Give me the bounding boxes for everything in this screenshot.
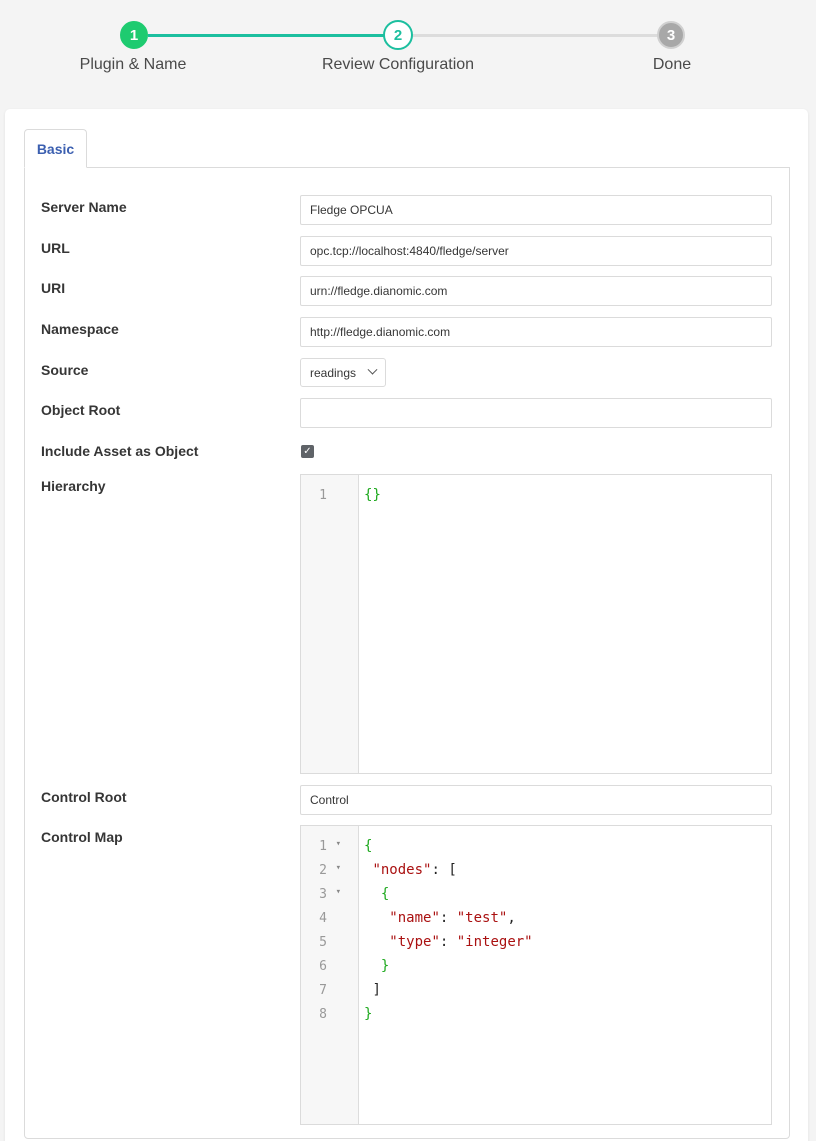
code-line: 5 "type": "integer" xyxy=(301,930,771,954)
namespace-input[interactable]: http://fledge.dianomic.com xyxy=(300,317,772,347)
code-text: "nodes": [ xyxy=(372,862,457,878)
server-name-input[interactable]: Fledge OPCUA xyxy=(300,195,772,225)
step-2-label: Review Configuration xyxy=(321,56,475,73)
url-input[interactable]: opc.tcp://localhost:4840/fledge/server xyxy=(300,236,772,266)
control-root-input[interactable]: Control xyxy=(300,785,772,815)
code-text: "name": "test", xyxy=(389,910,516,926)
code-text: {} xyxy=(364,487,381,503)
url-label: URL xyxy=(41,240,70,256)
code-line: 3 { xyxy=(301,882,771,906)
code-line: 7 ] xyxy=(301,978,771,1002)
object-root-input[interactable] xyxy=(300,398,772,428)
code-line: 1 {} xyxy=(301,483,771,507)
code-text: "type": "integer" xyxy=(389,934,533,950)
code-text: ] xyxy=(372,982,381,998)
line-number: 2 xyxy=(301,863,359,878)
server-name-label: Server Name xyxy=(41,199,127,215)
code-text: { xyxy=(380,886,390,902)
code-line: 1{ xyxy=(301,834,771,858)
step-2-indicator[interactable]: 2 xyxy=(383,20,413,50)
source-select[interactable]: readings xyxy=(300,358,386,387)
uri-input[interactable]: urn://fledge.dianomic.com xyxy=(300,276,772,306)
include-asset-label: Include Asset as Object xyxy=(41,443,199,459)
line-number: 7 xyxy=(319,982,327,998)
editor-gutter xyxy=(301,475,359,773)
line-number: 4 xyxy=(319,910,327,926)
code-line: 8} xyxy=(301,1002,771,1026)
line-number: 5 xyxy=(319,934,327,950)
line-number: 3 xyxy=(301,887,359,902)
step-3-label: Done xyxy=(652,56,692,73)
line-number: 6 xyxy=(319,958,327,974)
line-number: 1 xyxy=(301,839,359,854)
chevron-down-icon xyxy=(367,364,378,375)
hierarchy-code: 1 {} xyxy=(301,483,771,507)
object-root-label: Object Root xyxy=(41,402,121,418)
control-map-code: 1{2 "nodes": [3 {4 "name": "test",5 "typ… xyxy=(301,834,771,1026)
step-1-indicator[interactable]: 1 xyxy=(120,21,148,49)
line-number: 1 xyxy=(319,487,327,503)
code-text: { xyxy=(364,838,373,854)
hierarchy-editor[interactable]: 1 {} xyxy=(300,474,772,774)
code-text: } xyxy=(364,1006,373,1022)
control-map-editor[interactable]: 1{2 "nodes": [3 {4 "name": "test",5 "typ… xyxy=(300,825,772,1125)
step-connector-complete xyxy=(148,34,384,37)
namespace-label: Namespace xyxy=(41,321,119,337)
control-map-label: Control Map xyxy=(41,829,123,845)
step-1-label: Plugin & Name xyxy=(79,56,187,73)
line-number: 8 xyxy=(319,1006,327,1022)
configuration-card: Basic Server Name Fledge OPCUA URL opc.t… xyxy=(5,109,808,1141)
uri-label: URI xyxy=(41,280,66,296)
basic-tab-panel: Server Name Fledge OPCUA URL opc.tcp://l… xyxy=(24,167,790,1139)
check-icon: ✓ xyxy=(303,445,312,457)
wizard-stepper: 1 2 3 Plugin & Name Review Configuration… xyxy=(0,0,816,100)
code-line: 4 "name": "test", xyxy=(301,906,771,930)
hierarchy-label: Hierarchy xyxy=(41,478,106,494)
tab-basic[interactable]: Basic xyxy=(24,129,87,168)
control-root-label: Control Root xyxy=(41,789,127,805)
step-3-indicator: 3 xyxy=(657,21,685,49)
step-connector-pending xyxy=(412,34,658,37)
code-text: } xyxy=(380,958,390,974)
source-select-value: readings xyxy=(310,365,357,380)
code-line: 2 "nodes": [ xyxy=(301,858,771,882)
source-label: Source xyxy=(41,362,89,378)
include-asset-checkbox[interactable]: ✓ xyxy=(301,445,314,458)
code-line: 6 } xyxy=(301,954,771,978)
